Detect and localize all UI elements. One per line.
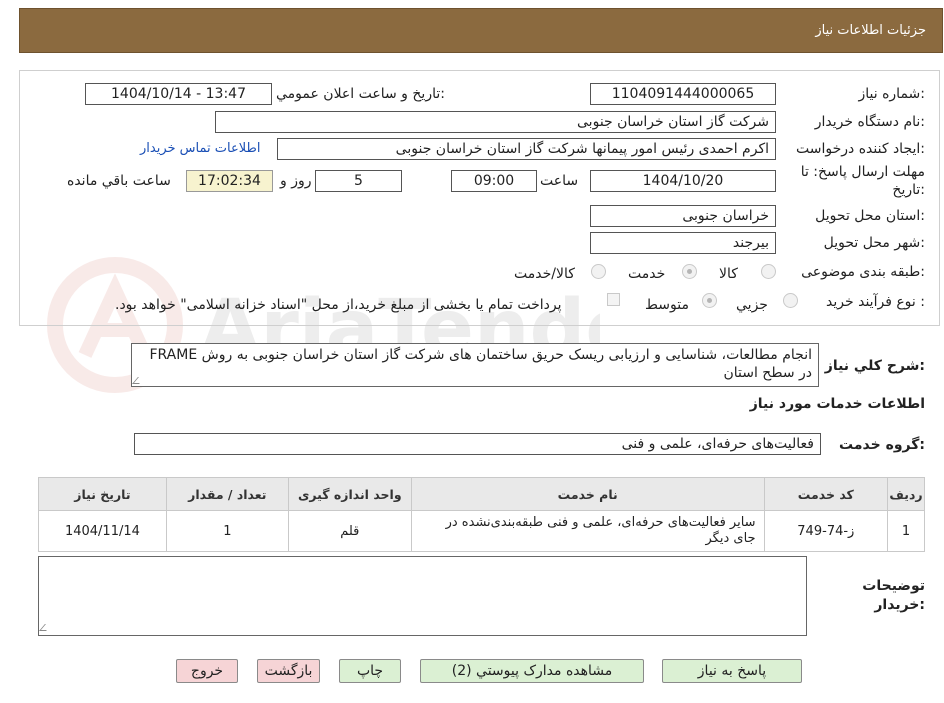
- buyer-field: شرکت گاز استان خراسان جنوبی: [215, 111, 776, 133]
- deadline-label: مهلت ارسال پاسخ: تا: [800, 164, 925, 180]
- need-number-field: 1104091444000065: [590, 83, 776, 105]
- buyer-label: نام دستگاه خريدار:: [814, 114, 925, 130]
- page-header: جزئیات اطلاعات نیاز: [19, 8, 943, 53]
- back-button[interactable]: بازگشت: [257, 659, 320, 683]
- buyer-contact-link[interactable]: اطلاعات تماس خریدار: [140, 141, 260, 156]
- print-button[interactable]: چاپ: [339, 659, 401, 683]
- category-label: طبقه بندی موضوعی:: [801, 264, 925, 280]
- col-qty-header: تعداد / مقدار: [165, 477, 289, 511]
- deadline-date-field: 1404/10/20: [590, 170, 776, 192]
- payment-note: پرداخت تمام یا بخشی از مبلغ خرید،از محل …: [115, 297, 562, 313]
- process-option-medium: متوسط: [645, 297, 689, 313]
- need-number-label: شماره نیاز:: [858, 86, 925, 102]
- cell-quantity: 1: [165, 510, 289, 552]
- announce-label: تاریخ و ساعت اعلان عمومي:: [276, 86, 445, 102]
- buyer-notes-label-2: خریدار:: [874, 597, 925, 613]
- requester-field: اکرم احمدی رئیس امور پیمانها شرکت گاز اس…: [277, 138, 776, 160]
- table-row: 1 ز-74-749 سایر فعالیت‌های حرفه‌ای، علمی…: [38, 510, 925, 552]
- deadline-time-field: 09:00: [451, 170, 537, 192]
- announce-field: 1404/10/14 - 13:47: [85, 83, 272, 105]
- process-label: نوع فرآیند خرید :: [826, 294, 925, 310]
- col-unit-header: واحد اندازه گیری: [287, 477, 412, 511]
- services-section-title: اطلاعات خدمات مورد نیاز: [749, 396, 925, 412]
- buyer-notes-label: توضیحات: [862, 578, 925, 594]
- description-text: انجام مطالعات، شناسایی و ارزیابی ریسک حر…: [149, 347, 812, 381]
- service-group-label: گروه خدمت:: [839, 437, 925, 453]
- requester-label: ایجاد کننده درخواست:: [796, 141, 925, 157]
- view-attachments-button[interactable]: مشاهده مدارک پیوستي (2): [420, 659, 644, 683]
- days-field: 5: [315, 170, 402, 192]
- service-group-field: فعالیت‌های حرفه‌ای، علمی و فنی: [134, 433, 821, 455]
- province-label: استان محل تحویل:: [815, 208, 925, 224]
- details-panel: [19, 70, 940, 326]
- col-name-header: نام خدمت: [410, 477, 765, 511]
- category-option-service: خدمت: [628, 266, 666, 282]
- description-textarea[interactable]: انجام مطالعات، شناسایی و ارزیابی ریسک حر…: [131, 343, 819, 387]
- buyer-notes-textarea[interactable]: [38, 556, 807, 636]
- exit-button[interactable]: خروج: [176, 659, 238, 683]
- treasury-checkbox[interactable]: [607, 293, 620, 306]
- category-radio-goods[interactable]: [761, 264, 776, 279]
- category-radio-service[interactable]: [682, 264, 697, 279]
- col-date-header: تاریخ نیاز: [38, 477, 167, 511]
- services-table: ردیف کد خدمت نام خدمت واحد اندازه گیری ت…: [38, 477, 925, 552]
- category-option-goods: کالا: [719, 266, 738, 282]
- col-code-header: کد خدمت: [763, 477, 889, 511]
- description-label: شرح کلي نیاز:: [824, 358, 925, 374]
- city-label: شهر محل تحویل:: [823, 235, 925, 251]
- process-radio-minor[interactable]: [783, 293, 798, 308]
- table-header-row: ردیف کد خدمت نام خدمت واحد اندازه گیری ت…: [38, 477, 925, 511]
- cell-row-number: 1: [887, 510, 925, 552]
- cell-service-name: سایر فعالیت‌های حرفه‌ای، علمی و فنی طبقه…: [410, 510, 765, 552]
- province-field: خراسان جنوبی: [590, 205, 776, 227]
- category-option-goods-service: کالا/خدمت: [514, 266, 575, 282]
- deadline-time-label: ساعت: [540, 173, 579, 189]
- cell-unit: قلم: [287, 510, 412, 552]
- remaining-time-field: 17:02:34: [186, 170, 273, 192]
- process-radio-medium[interactable]: [702, 293, 717, 308]
- process-option-minor: جزیي: [736, 297, 768, 313]
- remaining-label: ساعت باقي مانده: [67, 173, 171, 189]
- reply-button[interactable]: پاسخ به نیاز: [662, 659, 802, 683]
- deadline-label-date: تاريخ:: [892, 182, 925, 198]
- page-title: جزئیات اطلاعات نیاز: [815, 23, 926, 38]
- category-radio-goods-service[interactable]: [591, 264, 606, 279]
- cell-need-date: 1404/11/14: [38, 510, 167, 552]
- col-row-header: ردیف: [887, 477, 925, 511]
- cell-service-code: ز-74-749: [763, 510, 889, 552]
- city-field: بیرجند: [590, 232, 776, 254]
- days-label: روز و: [280, 173, 312, 189]
